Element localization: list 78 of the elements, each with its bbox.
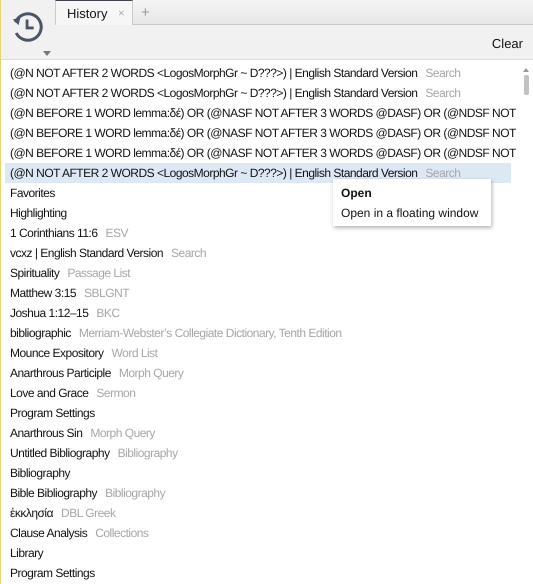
history-type: SBLGNT xyxy=(84,286,130,300)
history-title: Mounce Expository xyxy=(10,346,104,360)
history-title: Bible Bibliography xyxy=(10,486,98,500)
history-title: Bibliography xyxy=(10,466,70,480)
history-title: Program Settings xyxy=(10,406,95,420)
history-title: bibliographic xyxy=(10,326,71,340)
tab[interactable]: History xyxy=(55,0,133,25)
history-row[interactable]: Program Settings xyxy=(5,563,95,583)
history-row[interactable]: 1 Corinthians 11:6 ESV xyxy=(5,223,128,243)
history-type: DBL Greek xyxy=(61,506,116,520)
scrollbar-thumb[interactable] xyxy=(524,75,528,95)
history-row[interactable]: Bibliography xyxy=(5,463,70,483)
history-row[interactable]: Clause Analysis Collections xyxy=(5,523,148,543)
history-type: Search xyxy=(425,166,460,180)
history-title: Highlighting xyxy=(10,206,67,220)
history-title: Clause Analysis xyxy=(10,526,88,540)
history-row[interactable]: (@N BEFORE 1 WORD lemma:δέ) OR (@NASF NOT AFTER 3 WORDS @DASF) OR (@NDSF NOT xyxy=(5,143,516,163)
history-title: Anarthrous Participle xyxy=(10,366,111,380)
history-row[interactable]: Untitled Bibliography Bibliography xyxy=(5,443,178,463)
menu-item[interactable]: Open xyxy=(333,183,491,203)
history-type: Merriam-Webster’s Collegiate Dictionary, Tenth Edition xyxy=(78,326,342,340)
history-title: vcxz | English Standard Version xyxy=(10,246,164,260)
history-title: (@N BEFORE 1 WORD lemma:δέ) OR (@NASF NOT AFTER 3 WORDS @DASF) OR (@NDSF NOT xyxy=(10,146,516,160)
history-title: (@N NOT AFTER 2 WORDS <LogosMorphGr ~ D???>) | English Standard Version xyxy=(10,166,418,180)
history-type: Collections xyxy=(95,526,148,540)
history-title: Library xyxy=(10,546,44,560)
history-row[interactable]: Anarthrous Participle Morph Query xyxy=(5,363,184,383)
history-title: Joshua 1:12–15 xyxy=(10,306,88,320)
clear-button[interactable]: Clear xyxy=(492,36,523,50)
history-type: Morph Query xyxy=(90,426,155,440)
history-type: BKC xyxy=(96,306,120,320)
history-row[interactable]: (@N NOT AFTER 2 WORDS <LogosMorphGr ~ D???>) | English Standard Version Search xyxy=(5,163,511,183)
history-title: (@N NOT AFTER 2 WORDS <LogosMorphGr ~ D???>) | English Standard Version xyxy=(10,66,418,80)
history-title: Love and Grace xyxy=(10,386,88,400)
dropdown-caret-icon[interactable] xyxy=(43,51,51,56)
history-type: Bibliography xyxy=(118,446,178,460)
history-title: (@N BEFORE 1 WORD lemma:δέ) OR (@NASF NOT AFTER 3 WORDS @DASF) OR (@NDSF NOT xyxy=(10,126,516,140)
history-row[interactable]: Highlighting xyxy=(5,203,67,223)
history-row[interactable]: Bible Bibliography Bibliography xyxy=(5,483,166,503)
history-title: Spirituality xyxy=(10,266,60,280)
history-row[interactable]: Matthew 3:15 SBLGNT xyxy=(5,283,130,303)
history-title: Untitled Bibliography xyxy=(10,446,110,460)
history-row[interactable]: Spirituality Passage List xyxy=(5,263,130,283)
history-row[interactable]: (@N BEFORE 1 WORD lemma:δέ) OR (@NASF NOT AFTER 3 WORDS @DASF) OR (@NDSF NOT xyxy=(5,123,516,143)
history-type: ESV xyxy=(106,226,128,240)
close-icon[interactable] xyxy=(119,9,124,17)
history-title: (@N BEFORE 1 WORD lemma:δέ) OR (@NASF NOT AFTER 3 WORDS @DASF) OR (@NDSF NOT xyxy=(10,106,516,120)
history-row[interactable]: Mounce Expository Word List xyxy=(5,343,158,363)
history-row[interactable]: vcxz | English Standard Version Search xyxy=(5,243,206,263)
history-title: Matthew 3:15 xyxy=(10,286,76,300)
history-title: Program Settings xyxy=(10,566,95,580)
menu-item[interactable]: Open in a floating window xyxy=(333,203,491,223)
history-title: (@N NOT AFTER 2 WORDS <LogosMorphGr ~ D???>) | English Standard Version xyxy=(10,86,418,100)
scrollbar[interactable] xyxy=(522,68,530,98)
history-row[interactable]: Love and Grace Sermon xyxy=(5,383,136,403)
history-row[interactable]: (@N NOT AFTER 2 WORDS <LogosMorphGr ~ D???>) | English Standard Version Search xyxy=(5,83,460,103)
history-icon[interactable] xyxy=(11,10,45,44)
history-type: Search xyxy=(425,66,460,80)
history-type: Passage List xyxy=(67,266,130,280)
history-type: Bibliography xyxy=(105,486,166,500)
history-row[interactable]: ἐκκλησία DBL Greek xyxy=(5,503,116,523)
history-row[interactable]: Library xyxy=(5,543,44,563)
history-row[interactable]: (@N NOT AFTER 2 WORDS <LogosMorphGr ~ D???>) | English Standard Version Search xyxy=(5,63,460,83)
history-title: Favorites xyxy=(10,186,55,200)
history-title: Anarthrous Sin xyxy=(10,426,82,440)
history-row[interactable]: (@N BEFORE 1 WORD lemma:δέ) OR (@NASF NOT AFTER 3 WORDS @DASF) OR (@NDSF NOT xyxy=(5,103,516,123)
history-row[interactable]: Joshua 1:12–15 BKC xyxy=(5,303,120,323)
history-title: ἐκκλησία xyxy=(10,506,54,520)
history-row[interactable]: Anarthrous Sin Morph Query xyxy=(5,423,155,443)
history-title: 1 Corinthians 11:6 xyxy=(10,226,98,240)
history-row[interactable]: bibliographic Merriam-Webster’s Collegiate Dictionary, Tenth Edition xyxy=(5,323,342,343)
history-type: Search xyxy=(171,246,206,260)
history-row[interactable]: Favorites xyxy=(5,183,55,203)
history-type: Search xyxy=(425,86,460,100)
history-row[interactable]: Program Settings xyxy=(5,403,95,423)
history-type: Sermon xyxy=(96,386,136,400)
history-type: Word List xyxy=(112,346,158,360)
history-type: Morph Query xyxy=(118,366,184,380)
